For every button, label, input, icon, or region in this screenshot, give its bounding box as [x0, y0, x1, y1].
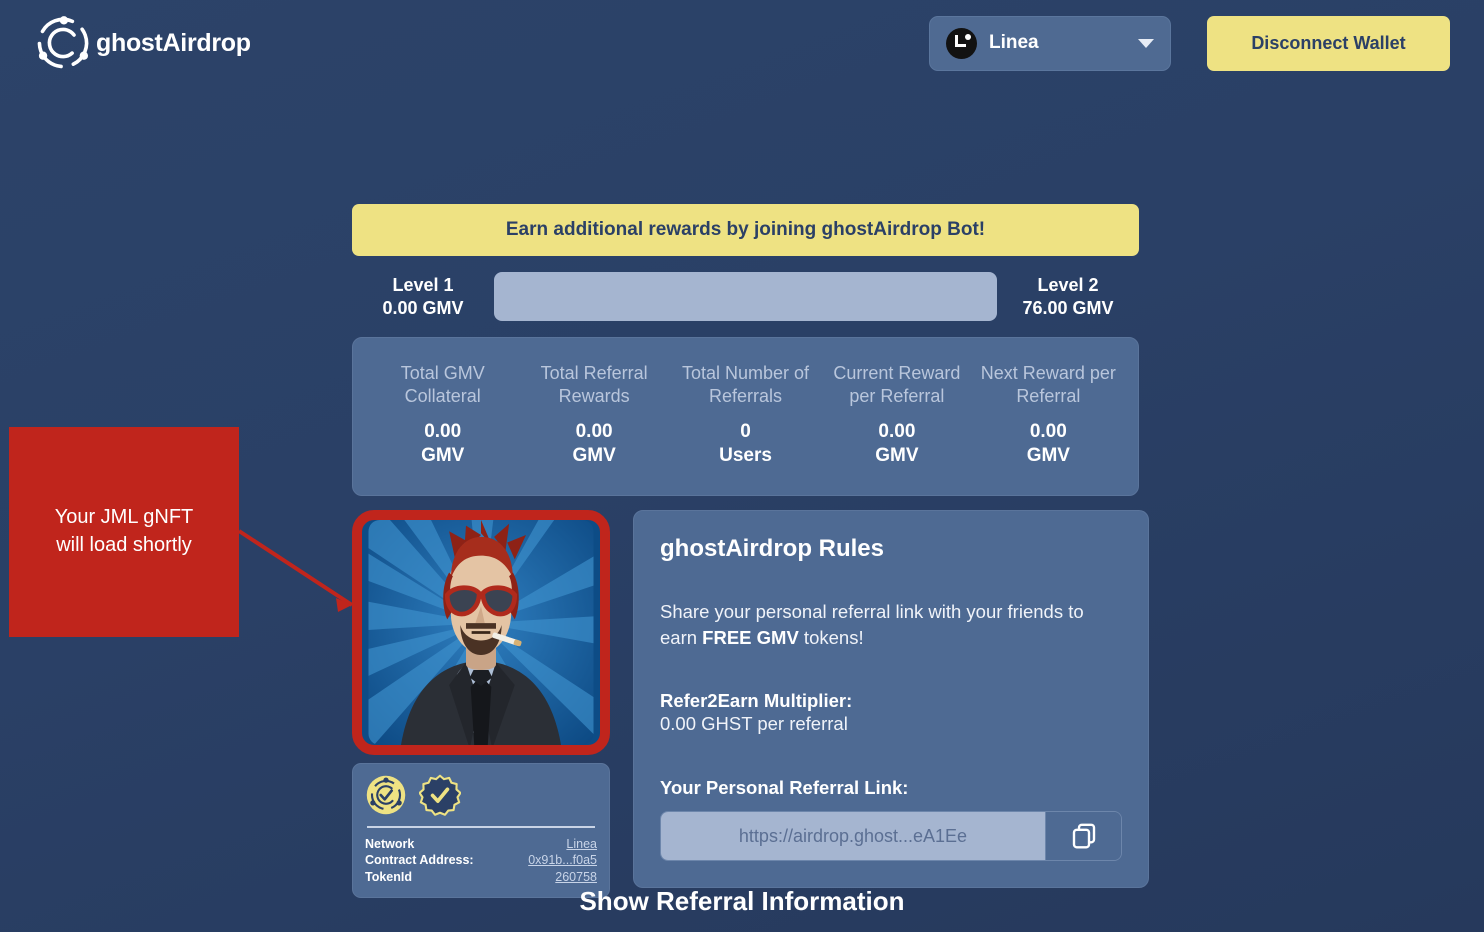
meta-row-network: Network Linea — [365, 836, 597, 853]
brand-logo[interactable]: ghostAirdrop — [34, 14, 251, 72]
network-name: Linea — [989, 32, 1039, 53]
stat-total-number-of-referrals: Total Number of Referrals 0 Users — [670, 362, 821, 469]
level-2-title: Level 2 — [1037, 275, 1099, 295]
stat-label: Total Referral Rewards — [540, 363, 648, 407]
linea-logo-icon — [946, 27, 977, 59]
disconnect-wallet-button[interactable]: Disconnect Wallet — [1207, 15, 1450, 71]
meta-key: Contract Address: — [365, 853, 474, 868]
rules-title: ghostAirdrop Rules — [660, 534, 885, 562]
join-bot-banner[interactable]: Earn additional rewards by joining ghost… — [352, 204, 1139, 256]
nft-badges — [365, 774, 597, 816]
referral-link-row — [660, 811, 1122, 862]
meta-key: Network — [365, 836, 415, 851]
annotation-callout: Your JML gNFT will load shortly — [9, 427, 239, 637]
copy-icon — [1072, 824, 1095, 849]
level-2-value: 76.00 GMV — [1022, 297, 1114, 318]
verified-check-badge-icon — [419, 774, 461, 816]
stat-label: Next Reward per Referral — [980, 363, 1116, 407]
stat-current-reward-per-referral: Current Reward per Referral 0.00 GMV — [821, 362, 972, 469]
main-content: Earn additional rewards by joining ghost… — [352, 204, 1149, 899]
level-1-title: Level 1 — [392, 275, 454, 295]
stat-total-referral-rewards: Total Referral Rewards 0.00 GMV — [518, 362, 669, 469]
meta-divider — [367, 825, 595, 828]
meta-row-contract-address: Contract Address: 0x91b...f0a5 — [365, 852, 597, 869]
referral-link-label: Your Personal Referral Link: — [660, 777, 909, 799]
gnft-artwork — [368, 519, 594, 745]
linea-logo-dot — [965, 33, 971, 40]
meta-value-network[interactable]: Linea — [566, 836, 597, 853]
stat-next-reward-per-referral: Next Reward per Referral 0.00 GMV — [973, 362, 1124, 469]
nft-metadata-panel: Network Linea Contract Address: 0x91b...… — [352, 762, 610, 899]
rules-description: Share your personal referral link with y… — [660, 599, 1122, 651]
stat-value: 0.00 GMV — [875, 421, 919, 467]
rules-description-highlight: FREE GMV — [702, 626, 799, 648]
stat-value: 0.00 GMV — [1026, 421, 1070, 467]
meta-row-token-id: TokenId 260758 — [365, 869, 597, 886]
stat-total-gmv-collateral: Total GMV Collateral 0.00 GMV — [367, 362, 518, 469]
lower-section: Network Linea Contract Address: 0x91b...… — [352, 509, 1149, 899]
stat-label: Total Number of Referrals — [681, 363, 810, 407]
brand-name: ghostAirdrop — [96, 28, 251, 57]
annotation-text: Your JML gNFT will load shortly — [54, 506, 194, 556]
multiplier-label: Refer2Earn Multiplier: — [660, 690, 853, 712]
level-1-block: Level 1 0.00 GMV — [352, 274, 494, 319]
level-progress-bar[interactable] — [494, 272, 997, 321]
stat-label: Current Reward per Referral — [833, 363, 961, 407]
level-1-value: 0.00 GMV — [382, 297, 464, 318]
show-referral-information-link[interactable]: Show Referral Information — [0, 886, 1484, 917]
gnft-card[interactable] — [352, 509, 610, 755]
stat-value: 0.00 GMV — [572, 421, 616, 467]
nft-column: Network Linea Contract Address: 0x91b...… — [352, 509, 610, 899]
multiplier-value: 0.00 GHST per referral — [660, 713, 848, 735]
stat-value: 0.00 GMV — [421, 421, 465, 467]
stat-value: 0 Users — [719, 421, 772, 467]
copy-referral-link-button[interactable] — [1045, 812, 1121, 861]
meta-value-token-id[interactable]: 260758 — [555, 869, 597, 886]
level-2-block: Level 2 76.00 GMV — [997, 274, 1139, 319]
app-header: ghostAirdrop Linea Disconnect Wallet — [0, 0, 1484, 86]
chevron-down-icon — [1138, 38, 1154, 48]
network-selector[interactable]: Linea — [929, 15, 1171, 71]
stat-label: Total GMV Collateral — [400, 363, 485, 407]
ghost-verified-medallion-icon — [366, 775, 406, 814]
rules-description-tail: tokens! — [798, 626, 864, 648]
meta-key: TokenId — [365, 869, 412, 884]
referral-link-input[interactable] — [661, 812, 1045, 861]
rules-panel: ghostAirdrop Rules Share your personal r… — [633, 509, 1149, 889]
meta-value-contract-address[interactable]: 0x91b...f0a5 — [528, 852, 597, 869]
stats-panel: Total GMV Collateral 0.00 GMV Total Referr… — [352, 337, 1139, 496]
level-progress-row: Level 1 0.00 GMV Level 2 76.00 GMV — [352, 272, 1139, 321]
ghost-ring-logo-icon — [37, 16, 89, 69]
